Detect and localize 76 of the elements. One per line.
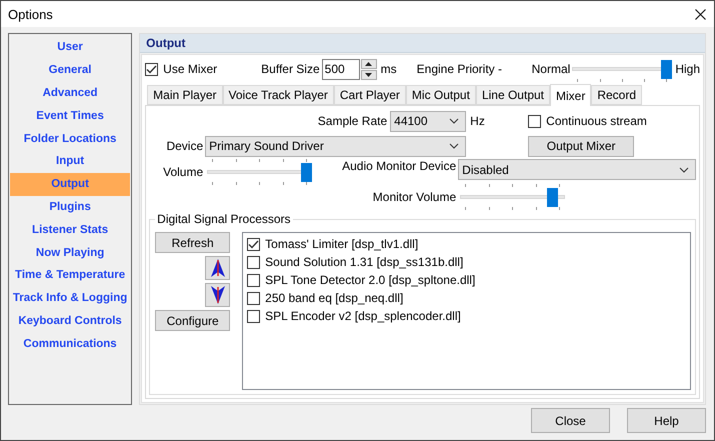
sidebar-item[interactable]: Folder Locations bbox=[10, 127, 130, 150]
field-label: Audio Monitor Device bbox=[341, 159, 456, 173]
field-label: Buffer Size bbox=[261, 62, 320, 76]
slider-max-label: High bbox=[675, 62, 700, 76]
sidebar-item[interactable]: Track Info & Logging bbox=[10, 286, 130, 310]
tab[interactable]: Cart Player bbox=[334, 85, 406, 105]
monitor-volume-slider[interactable] bbox=[460, 184, 566, 210]
sidebar-item[interactable]: Event Times bbox=[10, 104, 130, 128]
sample-rate-dropdown[interactable]: 44100 bbox=[390, 110, 466, 132]
field-label: Volume bbox=[162, 165, 204, 179]
arrow-up-icon bbox=[210, 258, 226, 278]
triangle-down-icon bbox=[365, 72, 372, 76]
refresh-button[interactable]: Refresh bbox=[155, 232, 230, 253]
list-item[interactable]: 250 band eq [dsp_neq.dll] bbox=[265, 291, 404, 305]
field-label: Monitor Volume bbox=[372, 190, 456, 204]
device-dropdown[interactable]: Primary Sound Driver bbox=[205, 136, 466, 156]
field-label: Engine Priority - bbox=[416, 62, 504, 76]
tab[interactable]: Mixer bbox=[550, 84, 592, 106]
chevron-down-icon bbox=[449, 118, 460, 124]
unit-label: Hz bbox=[470, 114, 486, 128]
buffer-size-field[interactable]: 500 bbox=[322, 58, 360, 80]
volume-slider[interactable] bbox=[207, 159, 312, 185]
tab[interactable]: Main Player bbox=[147, 85, 223, 105]
triangle-up-icon bbox=[365, 62, 372, 66]
dialog-button[interactable]: Help bbox=[627, 408, 706, 433]
checkbox[interactable] bbox=[247, 310, 260, 322]
dialog-button[interactable]: Close bbox=[531, 408, 610, 433]
sidebar-item[interactable]: General bbox=[10, 58, 130, 82]
window-title: Options bbox=[8, 6, 53, 22]
sidebar-item[interactable]: Plugins bbox=[10, 196, 130, 218]
configure-button[interactable]: Configure bbox=[155, 310, 230, 331]
sidebar-item[interactable]: Now Playing bbox=[10, 241, 130, 264]
sidebar-item[interactable]: Advanced bbox=[10, 82, 130, 104]
list-item[interactable]: SPL Tone Detector 2.0 [dsp_spltone.dll] bbox=[265, 273, 476, 287]
slider-thumb[interactable] bbox=[546, 188, 558, 207]
group-title: Digital Signal Processors bbox=[155, 212, 293, 226]
arrow-down-icon bbox=[210, 285, 226, 305]
close-icon[interactable] bbox=[695, 8, 706, 20]
list-item[interactable]: Tomass' Limiter [dsp_tlv1.dll] bbox=[265, 237, 418, 251]
checkbox[interactable] bbox=[145, 62, 158, 76]
slider-min-label: Normal bbox=[532, 62, 570, 76]
list-item[interactable]: Sound Solution 1.31 [dsp_ss131b.dll] bbox=[265, 255, 464, 269]
list-item[interactable]: SPL Encoder v2 [dsp_splencoder.dll] bbox=[265, 309, 461, 323]
checkmark-icon bbox=[248, 240, 260, 248]
checkbox[interactable] bbox=[247, 292, 260, 304]
output-mixer-button[interactable]: Output Mixer bbox=[528, 136, 634, 156]
tab[interactable]: Line Output bbox=[476, 85, 550, 105]
slider-thumb[interactable] bbox=[301, 163, 312, 182]
checkbox[interactable] bbox=[528, 114, 542, 128]
chevron-down-icon bbox=[679, 166, 689, 172]
monitor-device-dropdown[interactable]: Disabled bbox=[458, 159, 696, 180]
move-up-button[interactable] bbox=[205, 256, 230, 280]
sidebar-item[interactable]: User bbox=[10, 36, 130, 59]
sidebar-item[interactable]: Keyboard Controls bbox=[10, 310, 130, 332]
chevron-down-icon bbox=[449, 143, 460, 149]
panel-header: Output bbox=[140, 34, 705, 53]
sidebar-item[interactable]: Time & Temperature bbox=[10, 264, 130, 287]
sidebar-item[interactable]: Listener Stats bbox=[10, 218, 130, 242]
checkmark-icon bbox=[146, 64, 158, 74]
spin-up-button[interactable] bbox=[360, 58, 377, 68]
checkbox-label: Continuous stream bbox=[546, 114, 647, 128]
tab[interactable]: Mic Output bbox=[406, 85, 476, 105]
sidebar-item[interactable]: Input bbox=[10, 150, 130, 173]
tab[interactable]: Voice Track Player bbox=[222, 85, 334, 105]
spin-down-button[interactable] bbox=[360, 70, 377, 80]
checkbox[interactable] bbox=[247, 274, 260, 286]
sidebar-item[interactable]: Communications bbox=[10, 332, 130, 356]
checkbox-label: Use Mixer bbox=[163, 62, 218, 76]
tab[interactable]: Record bbox=[591, 85, 642, 105]
slider-thumb[interactable] bbox=[661, 60, 672, 79]
field-label: Sample Rate bbox=[316, 114, 388, 128]
unit-label: ms bbox=[380, 62, 398, 76]
checkbox[interactable] bbox=[247, 238, 260, 250]
move-down-button[interactable] bbox=[205, 283, 230, 307]
checkbox[interactable] bbox=[247, 256, 260, 268]
field-label: Device bbox=[165, 139, 204, 153]
